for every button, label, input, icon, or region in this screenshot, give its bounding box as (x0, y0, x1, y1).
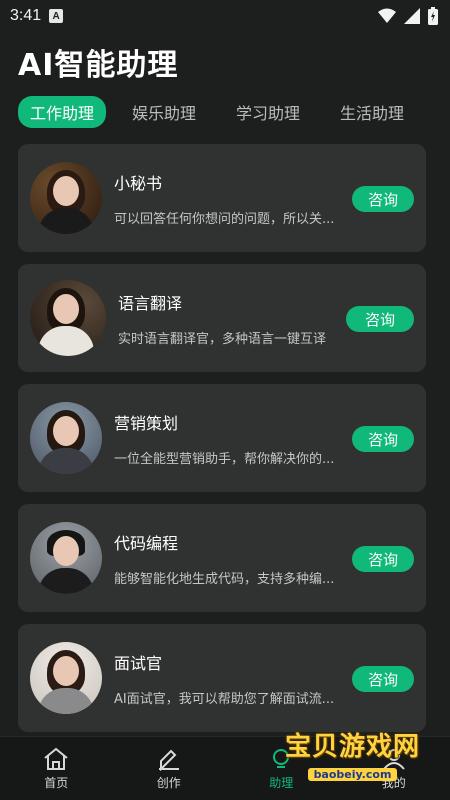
assistant-name: 面试官 (114, 653, 163, 673)
assistant-card[interactable]: 营销策划 一位全能型营销助手，帮你解决你的... 咨询 (18, 384, 426, 492)
tab-life[interactable]: 生活助理 (328, 96, 416, 128)
consult-button[interactable]: 咨询 (352, 546, 414, 572)
watermark: 宝贝游戏网 baobeiy.com (285, 726, 420, 782)
assistant-name: 代码编程 (114, 533, 179, 553)
battery-icon (428, 7, 438, 25)
avatar (30, 162, 102, 234)
watermark-title: 宝贝游戏网 (284, 732, 420, 762)
page-title: AI智能助理 (18, 48, 179, 83)
assistant-card[interactable]: 语言翻译 实时语言翻译官，多种语言一键互译 咨询 (18, 264, 426, 372)
assistant-name: 小秘书 (114, 173, 163, 193)
avatar (30, 402, 102, 474)
watermark-url: baobeiy.com (307, 768, 398, 781)
category-tabs: 工作助理 娱乐助理 学习助理 生活助理 (0, 82, 450, 130)
wifi-icon (378, 8, 396, 23)
tab-entertainment[interactable]: 娱乐助理 (120, 96, 208, 128)
assistant-list: 小秘书 可以回答任何你想问的问题，所以关... 咨询 语言翻译 实时语言翻译官，… (0, 144, 450, 732)
consult-button[interactable]: 咨询 (352, 666, 414, 692)
assistant-description: 可以回答任何你想问的问题，所以关... (114, 211, 335, 227)
tab-study[interactable]: 学习助理 (224, 96, 312, 128)
assistant-card[interactable]: 小秘书 可以回答任何你想问的问题，所以关... 咨询 (18, 144, 426, 252)
status-time: 3:41 (10, 7, 42, 24)
consult-button[interactable]: 咨询 (346, 306, 414, 332)
assistant-description: 一位全能型营销助手，帮你解决你的... (114, 451, 335, 467)
assistant-card[interactable]: 面试官 AI面试官，我可以帮助您了解面试流... 咨询 (18, 624, 426, 732)
nav-create[interactable]: 创作 (129, 747, 209, 791)
pen-icon (158, 749, 179, 771)
assistant-description: 能够智能化地生成代码，支持多种编... (114, 571, 335, 587)
assistant-description: 实时语言翻译官，多种语言一键互译 (118, 331, 327, 347)
assistant-name: 营销策划 (114, 413, 179, 433)
signal-icon (404, 8, 420, 24)
assistant-card[interactable]: 代码编程 能够智能化地生成代码，支持多种编... 咨询 (18, 504, 426, 612)
tab-work[interactable]: 工作助理 (18, 96, 107, 128)
consult-button[interactable]: 咨询 (352, 426, 414, 452)
avatar (30, 280, 106, 356)
notification-a-icon: A (49, 9, 64, 23)
avatar (30, 642, 102, 714)
home-icon (44, 747, 68, 770)
assistant-name: 语言翻译 (118, 293, 183, 313)
consult-button[interactable]: 咨询 (352, 186, 414, 212)
avatar (30, 522, 102, 594)
nav-label: 创作 (156, 775, 181, 790)
assistant-description: AI面试官，我可以帮助您了解面试流... (114, 691, 335, 707)
status-bar: 3:41 A (0, 0, 450, 32)
nav-home[interactable]: 首页 (16, 747, 96, 791)
nav-label: 首页 (44, 775, 69, 790)
